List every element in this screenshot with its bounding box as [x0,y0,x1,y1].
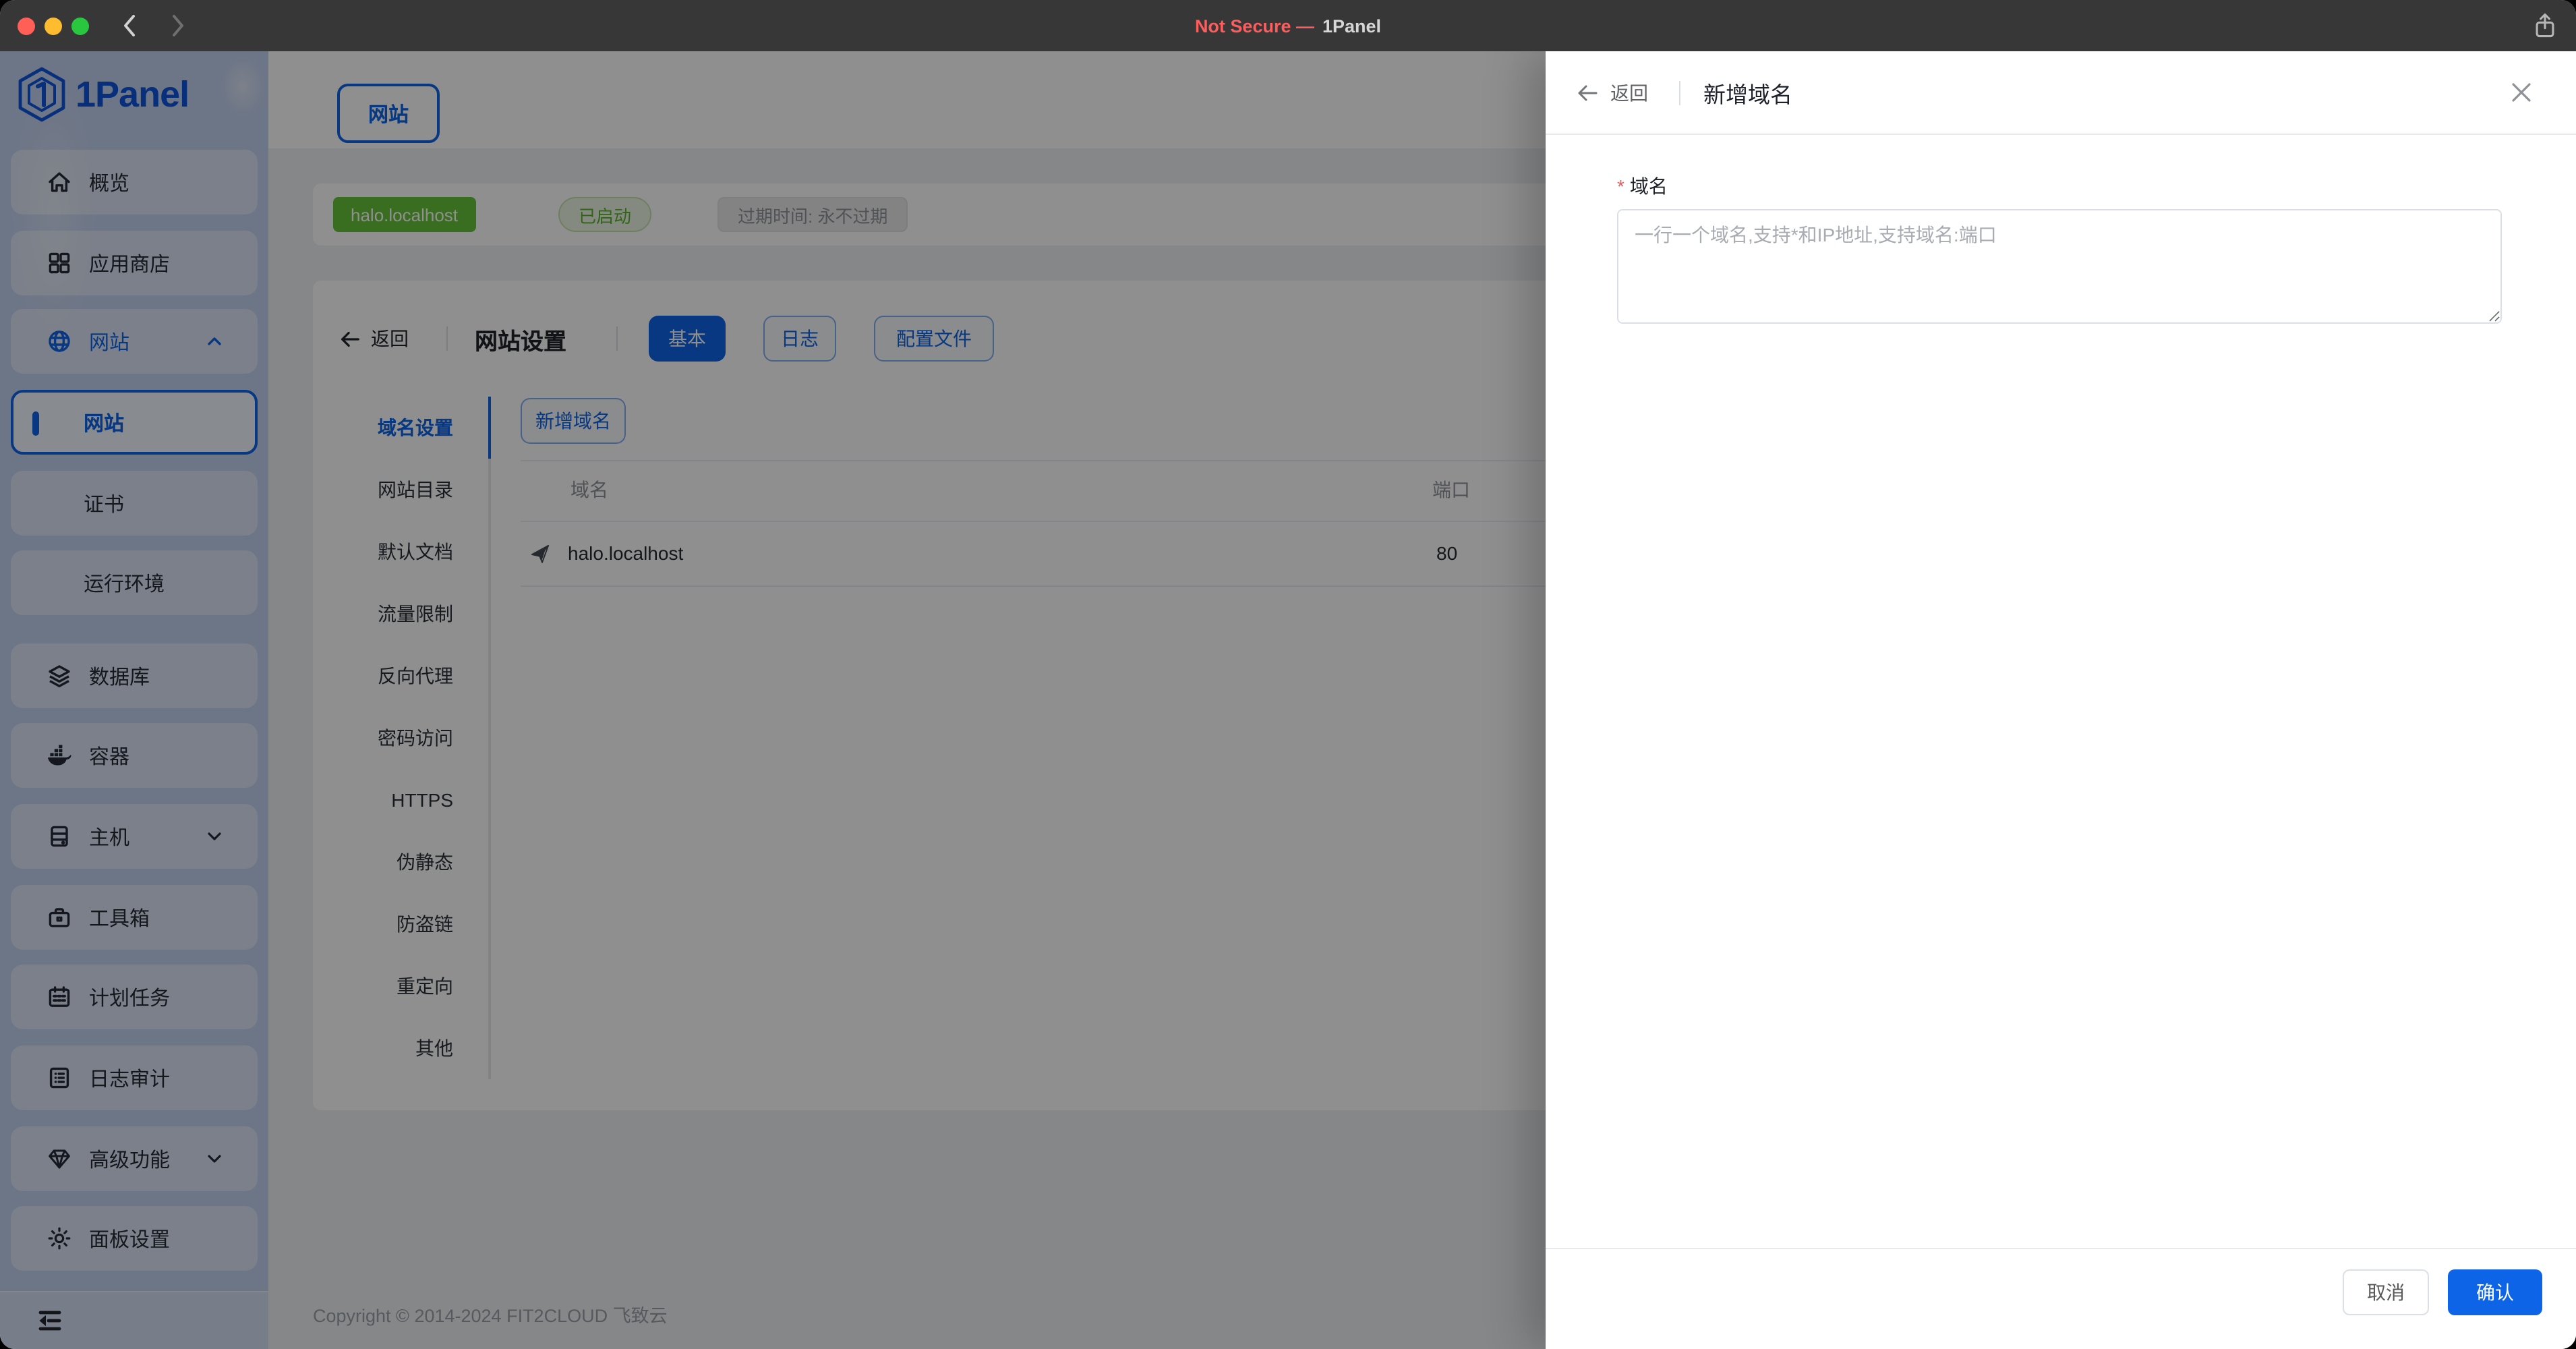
confirm-button[interactable]: 确认 [2448,1269,2542,1315]
browser-forward-button[interactable] [162,11,192,40]
divider [1679,81,1680,105]
required-mark: * [1617,175,1624,197]
minimize-window-button[interactable] [45,17,62,34]
page-title: 1Panel [1322,16,1381,36]
drawer-back-label: 返回 [1610,79,1648,106]
macos-titlebar: Not Secure — 1Panel [0,0,2576,51]
modal-overlay[interactable] [0,51,1546,1349]
not-secure-label: Not Secure — [1195,16,1314,36]
app-viewport: 1Panel 概览 应用商店 网站 网站 [0,51,2576,1349]
share-icon[interactable] [2530,11,2560,40]
add-domain-drawer: 返回 新增域名 *域名 取消 确认 [1546,51,2576,1349]
drawer-title: 新增域名 [1703,51,1792,134]
domain-textarea[interactable] [1617,209,2502,324]
cancel-button[interactable]: 取消 [2343,1269,2429,1315]
close-icon[interactable] [2510,81,2533,104]
drawer-header: 返回 新增域名 [1546,51,2576,135]
close-window-button[interactable] [18,17,35,34]
drawer-footer: 取消 确认 [1546,1248,2576,1349]
browser-window: Not Secure — 1Panel [0,0,2576,1349]
zoom-window-button[interactable] [71,17,89,34]
window-title: Not Secure — 1Panel [1195,0,1381,51]
drawer-back-button[interactable]: 返回 [1575,51,1648,134]
screen: Not Secure — 1Panel [0,0,2576,1349]
browser-back-button[interactable] [116,11,146,40]
domain-field-label: *域名 [1617,173,1668,200]
